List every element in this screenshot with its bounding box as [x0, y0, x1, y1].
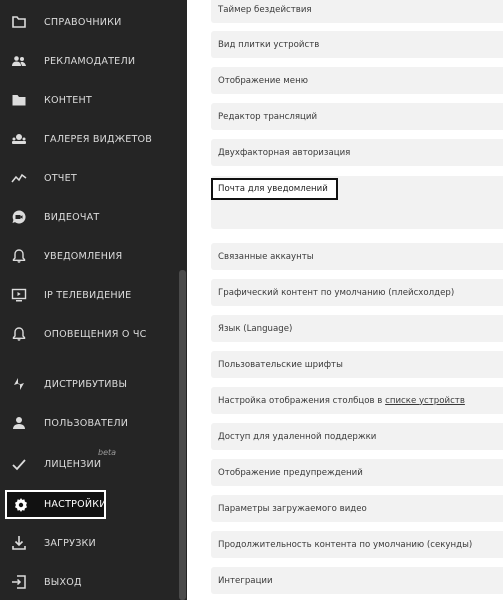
settings-row-inactivity-timer[interactable]: Таймер бездействия: [211, 0, 503, 23]
sidebar-item-label: КОНТЕНТ: [44, 94, 92, 106]
sidebar-item-notifications[interactable]: УВЕДОМЛЕНИЯ: [0, 238, 187, 274]
sidebar-item-widget-gallery[interactable]: ГАЛЕРЕЯ ВИДЖЕТОВ: [0, 121, 187, 157]
settings-row-label: Таймер бездействия: [218, 4, 312, 15]
settings-row-default-placeholder[interactable]: Графический контент по умолчанию (плейсх…: [211, 279, 503, 306]
folder-icon: [11, 92, 27, 108]
checkmark-icon: [11, 456, 27, 472]
device-list-link[interactable]: списке устройств: [385, 396, 465, 406]
sidebar-item-label: ВИДЕОЧАТ: [44, 211, 100, 223]
settings-row-label: Графический контент по умолчанию (плейсх…: [218, 287, 455, 298]
settings-row-label: Пользовательские шрифты: [218, 359, 343, 370]
chart-line-icon: [11, 170, 27, 186]
sidebar-item-label: РЕКЛАМОДАТЕЛИ: [44, 55, 136, 67]
sidebar-item-label: НАСТРОЙКИ: [44, 499, 107, 510]
sidebar-item-licenses[interactable]: ЛИЦЕНЗИИ beta: [0, 446, 187, 482]
settings-row-label: Отображение меню: [218, 75, 308, 86]
sidebar-item-label: ГАЛЕРЕЯ ВИДЖЕТОВ: [44, 133, 153, 145]
settings-row-label: Связанные аккаунты: [218, 251, 314, 262]
sidebar-item-directories[interactable]: СПРАВОЧНИКИ: [0, 4, 187, 40]
sidebar-item-label: ОТЧЕТ: [44, 172, 77, 184]
settings-row-label: Редактор трансляций: [218, 111, 318, 122]
beta-badge: beta: [98, 448, 117, 457]
settings-row-label: Продолжительность контента по умолчанию …: [218, 539, 473, 550]
settings-row-device-columns[interactable]: Настройка отображения столбцов в списке …: [211, 387, 503, 414]
download-icon: [11, 535, 27, 551]
sidebar-item-settings[interactable]: НАСТРОЙКИ: [5, 490, 106, 519]
sidebar-item-emergency-alerts[interactable]: ОПОВЕЩЕНИЯ О ЧС: [0, 316, 187, 352]
settings-row-label-text: Настройка отображения столбцов в: [218, 395, 383, 406]
gear-icon: [13, 497, 29, 513]
sidebar-item-distributives[interactable]: ДИСТРИБУТИВЫ: [0, 366, 187, 402]
sidebar-scrollbar[interactable]: [179, 270, 186, 600]
settings-row-label: Отображение предупреждений: [218, 467, 363, 478]
sidebar-item-label: ОПОВЕЩЕНИЯ О ЧС: [44, 328, 147, 340]
settings-row-default-content-duration[interactable]: Продолжительность контента по умолчанию …: [211, 531, 503, 558]
sidebar-item-logout[interactable]: ВЫХОД: [0, 564, 187, 600]
settings-row-label: Доступ для удаленной поддержки: [218, 431, 377, 442]
sidebar-item-label: ВЫХОД: [44, 576, 82, 588]
sidebar-item-label: IP ТЕЛЕВИДЕНИЕ: [44, 289, 132, 301]
settings-row-label: Интеграции: [218, 575, 273, 586]
sidebar-item-label: УВЕДОМЛЕНИЯ: [44, 250, 123, 262]
settings-row-menu-display[interactable]: Отображение меню: [211, 67, 503, 94]
tv-icon: [11, 287, 27, 303]
settings-row-upload-video-params[interactable]: Параметры загружаемого видео: [211, 495, 503, 522]
sidebar-item-label: ЛИЦЕНЗИИ: [44, 459, 102, 470]
settings-row-integrations[interactable]: Интеграции: [211, 567, 503, 594]
settings-row-broadcast-editor[interactable]: Редактор трансляций: [211, 103, 503, 130]
notification-email-highlight[interactable]: Почта для уведомлений: [211, 178, 338, 200]
logout-icon: [11, 574, 27, 590]
bell-icon: [11, 248, 27, 264]
sidebar-item-ip-tv[interactable]: IP ТЕЛЕВИДЕНИЕ: [0, 277, 187, 313]
sidebar-item-label: ДИСТРИБУТИВЫ: [44, 378, 128, 390]
sidebar-item-users[interactable]: ПОЛЬЗОВАТЕЛИ: [0, 405, 187, 441]
settings-row-language[interactable]: Язык (Language): [211, 315, 503, 342]
sidebar-item-videochat[interactable]: ВИДЕОЧАТ: [0, 199, 187, 235]
settings-row-custom-fonts[interactable]: Пользовательские шрифты: [211, 351, 503, 378]
widgets-icon: [11, 131, 27, 147]
settings-row-label: Почта для уведомлений: [218, 184, 328, 194]
folder-outline-icon: [11, 14, 27, 30]
alert-bell-icon: [11, 326, 27, 342]
settings-row-linked-accounts[interactable]: Связанные аккаунты: [211, 243, 503, 270]
distributive-icon: [11, 376, 27, 392]
sidebar: СПРАВОЧНИКИ РЕКЛАМОДАТЕЛИ КОНТЕНТ ГАЛЕРЕ…: [0, 0, 187, 600]
settings-row-label: Двухфакторная авторизация: [218, 147, 351, 158]
settings-row-two-factor-auth[interactable]: Двухфакторная авторизация: [211, 139, 503, 166]
settings-row-remote-support[interactable]: Доступ для удаленной поддержки: [211, 423, 503, 450]
settings-list: Таймер бездействия Вид плитки устройств …: [187, 0, 503, 600]
sidebar-item-advertisers[interactable]: РЕКЛАМОДАТЕЛИ: [0, 43, 187, 79]
video-chat-icon: [11, 209, 27, 225]
settings-row-label: Язык (Language): [218, 323, 293, 334]
settings-row-label: Вид плитки устройств: [218, 39, 320, 50]
settings-row-device-tile-view[interactable]: Вид плитки устройств: [211, 31, 503, 58]
settings-row-label: Параметры загружаемого видео: [218, 503, 367, 514]
sidebar-item-label: ПОЛЬЗОВАТЕЛИ: [44, 417, 129, 429]
sidebar-item-label: ЗАГРУЗКИ: [44, 537, 96, 549]
settings-row-label: Настройка отображения столбцов в списке …: [211, 396, 465, 406]
people-icon: [11, 53, 27, 69]
sidebar-item-content[interactable]: КОНТЕНТ: [0, 82, 187, 118]
sidebar-item-report[interactable]: ОТЧЕТ: [0, 160, 187, 196]
sidebar-item-label: СПРАВОЧНИКИ: [44, 16, 122, 28]
user-icon: [11, 415, 27, 431]
settings-row-warnings-display[interactable]: Отображение предупреждений: [211, 459, 503, 486]
sidebar-item-downloads[interactable]: ЗАГРУЗКИ: [0, 525, 187, 561]
